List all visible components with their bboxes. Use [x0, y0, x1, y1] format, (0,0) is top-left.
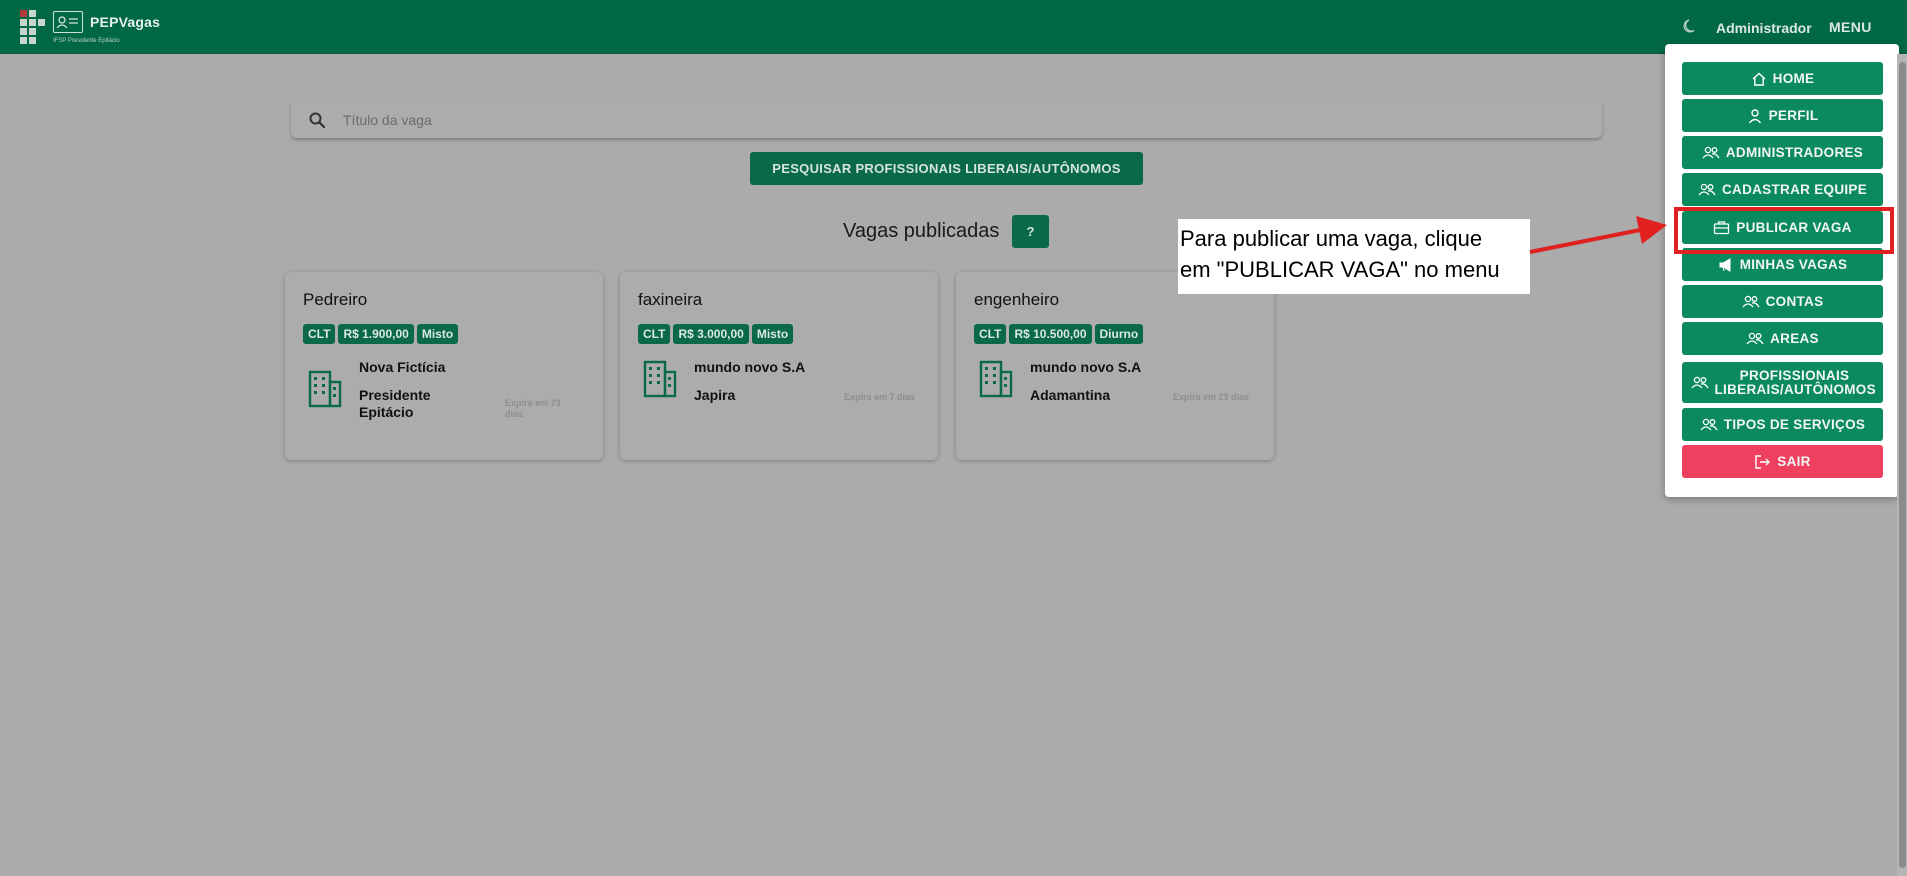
- menu-item-label: TIPOS DE SERVIÇOS: [1723, 416, 1866, 432]
- menu-item-home[interactable]: HOME: [1682, 62, 1883, 95]
- search-bar: [291, 101, 1602, 138]
- contract-badge: CLT: [303, 324, 336, 344]
- menu-item-label: AREAS: [1770, 330, 1819, 346]
- job-card[interactable]: Pedreiro CLT R$ 1.900,00 Misto Nova Fict…: [285, 272, 603, 460]
- salary-badge: R$ 10.500,00: [1009, 324, 1092, 344]
- menu-item-label: MINHAS VAGAS: [1739, 256, 1848, 272]
- company-name: mundo novo S.A: [1030, 359, 1142, 375]
- menu-item-label: PERFIL: [1768, 107, 1819, 123]
- building-icon: [979, 360, 1013, 398]
- main-menu-dropdown: HOME PERFIL ADMINISTRADORES CADASTRAR EQ…: [1665, 44, 1899, 497]
- menu-item-label: SAIR: [1777, 453, 1811, 469]
- highlight-box: [1674, 207, 1894, 254]
- menu-button[interactable]: MENU: [1829, 19, 1872, 35]
- expiry-text: Expira em 7 dias: [844, 392, 916, 402]
- menu-item-tipos-de-servicos[interactable]: TIPOS DE SERVIÇOS: [1682, 408, 1883, 441]
- job-title: faxineira: [638, 290, 703, 309]
- job-title-search-input[interactable]: [343, 104, 1583, 135]
- company-name: Nova Fictícia: [359, 359, 446, 375]
- section-title: Vagas publicadas: [843, 220, 1000, 242]
- user-name[interactable]: Administrador: [1716, 20, 1812, 36]
- menu-item-sair[interactable]: SAIR: [1682, 445, 1883, 478]
- help-button[interactable]: ?: [1012, 215, 1049, 248]
- users-icon: [1746, 332, 1764, 344]
- job-city: Adamantina: [1030, 387, 1111, 403]
- job-title: Pedreiro: [303, 290, 368, 309]
- users-icon: [1702, 146, 1720, 158]
- contract-badge: CLT: [638, 324, 671, 344]
- job-city: Presidente Epitácio: [359, 387, 431, 420]
- menu-item-administradores[interactable]: ADMINISTRADORES: [1682, 136, 1883, 169]
- brand-subtitle: IFSP Presidente Epitácio: [53, 38, 120, 44]
- menu-item-label: ADMINISTRADORES: [1725, 144, 1864, 160]
- menu-item-label: HOME: [1772, 70, 1815, 86]
- search-professionals-button[interactable]: PESQUISAR PROFISSIONAIS LIBERAIS/AUTÔNOM…: [750, 152, 1143, 185]
- menu-item-label: CONTAS: [1765, 293, 1824, 309]
- menu-item-label: PROFISSIONAIS LIBERAIS/AUTÔNOMOS: [1714, 367, 1876, 397]
- menu-item-label: CADASTRAR EQUIPE: [1721, 181, 1868, 197]
- callout-line: em "PUBLICAR VAGA" no menu: [1180, 257, 1500, 282]
- expiry-text: Expira em 23 dias: [1173, 392, 1250, 402]
- building-icon: [643, 360, 677, 398]
- user-icon: [1748, 108, 1761, 123]
- menu-item-contas[interactable]: CONTAS: [1682, 285, 1883, 318]
- callout-line: Para publicar uma vaga, clique: [1180, 226, 1483, 251]
- menu-item-perfil[interactable]: PERFIL: [1682, 99, 1883, 132]
- top-navbar: PEPVagas IFSP Presidente Epitácio Admini…: [0, 0, 1907, 54]
- job-title: engenheiro: [974, 290, 1060, 309]
- users-icon: [1700, 418, 1718, 430]
- menu-item-profissionais[interactable]: PROFISSIONAIS LIBERAIS/AUTÔNOMOS: [1682, 362, 1883, 403]
- shift-badge: Diurno: [1094, 324, 1144, 344]
- scrollbar-thumb[interactable]: [1899, 62, 1906, 868]
- shift-badge: Misto: [751, 324, 794, 344]
- search-icon: [309, 112, 326, 129]
- id-card-icon: [53, 11, 83, 33]
- contract-badge: CLT: [974, 324, 1007, 344]
- users-icon: [1691, 376, 1709, 388]
- users-icon: [1698, 183, 1716, 195]
- salary-badge: R$ 3.000,00: [673, 324, 749, 344]
- dark-mode-toggle-icon[interactable]: [1683, 18, 1699, 34]
- megaphone-icon: [1719, 257, 1731, 272]
- job-card[interactable]: faxineira CLT R$ 3.000,00 Misto mundo no…: [620, 272, 938, 460]
- company-name: mundo novo S.A: [694, 359, 806, 375]
- users-icon: [1742, 295, 1760, 307]
- home-icon: [1752, 72, 1766, 86]
- instruction-callout: Para publicar uma vaga, clique em "PUBLI…: [1178, 219, 1530, 294]
- ifsp-logo-icon: [20, 10, 48, 46]
- job-card[interactable]: engenheiro CLT R$ 10.500,00 Diurno mundo…: [956, 272, 1274, 460]
- brand-title[interactable]: PEPVagas: [90, 14, 160, 30]
- menu-item-areas[interactable]: AREAS: [1682, 322, 1883, 355]
- job-city: Japira: [694, 387, 736, 403]
- logout-icon: [1755, 454, 1771, 469]
- salary-badge: R$ 1.900,00: [338, 324, 414, 344]
- shift-badge: Misto: [416, 324, 459, 344]
- menu-item-cadastrar-equipe[interactable]: CADASTRAR EQUIPE: [1682, 173, 1883, 206]
- expiry-text: Expira em 73 dias: [505, 398, 561, 419]
- building-icon: [308, 370, 342, 408]
